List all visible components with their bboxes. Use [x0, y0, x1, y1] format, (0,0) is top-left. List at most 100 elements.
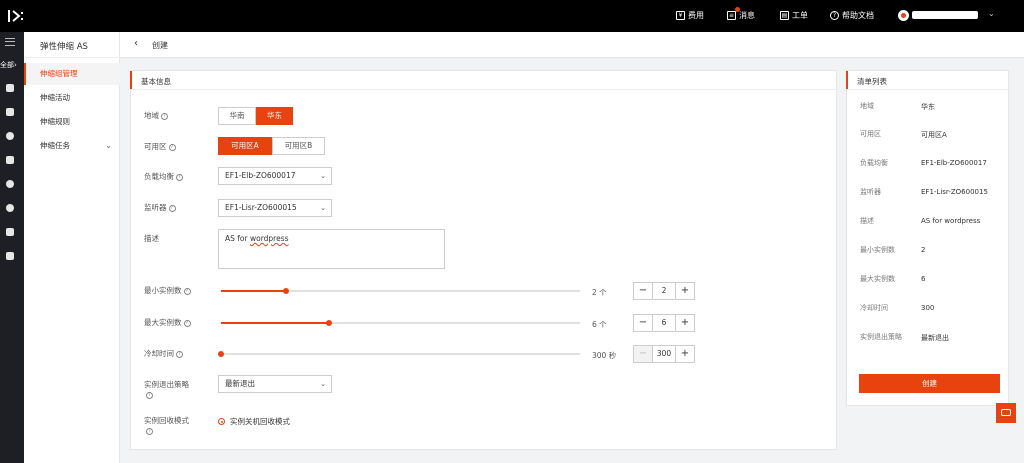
sidebar-item-group-management[interactable]: 伸缩组管理	[24, 63, 120, 85]
avatar[interactable]	[898, 10, 909, 21]
home-icon[interactable]	[6, 84, 14, 92]
zone-option-a[interactable]: 可用区A	[218, 137, 272, 155]
cloud-upload-icon[interactable]	[6, 180, 14, 188]
decrement-button[interactable]: −	[634, 283, 652, 299]
section-accent	[846, 71, 848, 89]
menu-icon[interactable]	[5, 38, 15, 46]
cooldown-stepper: − 300 +	[633, 345, 695, 363]
summary-label: 描述	[860, 217, 874, 225]
stepper-value[interactable]: 2	[652, 283, 676, 299]
sidebar-item-tasks[interactable]: 伸缩任务 ⌄	[24, 135, 120, 157]
chevron-down-icon[interactable]: ⌄	[988, 9, 995, 18]
unread-badge	[735, 7, 740, 12]
summary-value: AS for wordpress	[921, 217, 981, 225]
storage-icon[interactable]	[6, 252, 14, 260]
load-balancer-label: 负载均衡?	[144, 172, 214, 182]
max-instances-stepper: − 6 +	[633, 314, 695, 332]
topbar-help-label: 帮助文档	[842, 11, 874, 20]
increment-button[interactable]: +	[676, 315, 694, 331]
select-value: 最新退出	[225, 379, 255, 388]
max-instances-value-text: 6 个	[592, 320, 607, 329]
help-icon[interactable]: ?	[183, 319, 191, 327]
close-box-icon[interactable]	[6, 228, 14, 236]
help-icon[interactable]: ?	[146, 427, 153, 435]
server-icon[interactable]	[6, 156, 14, 164]
topbar-messages[interactable]: ≡ 消息	[727, 7, 755, 21]
sidebar-title: 弹性伸缩 AS	[40, 42, 88, 52]
decrement-button[interactable]: −	[634, 315, 652, 331]
chevron-down-icon: ⌄	[105, 141, 112, 150]
message-icon: ≡	[727, 11, 736, 20]
sidebar-item-activities[interactable]: 伸缩活动	[24, 87, 120, 109]
page-title: 创建	[152, 41, 168, 50]
zone-option-b[interactable]: 可用区B	[272, 137, 325, 155]
divider	[131, 89, 836, 90]
topbar-fees[interactable]: ¥ 费用	[676, 10, 704, 21]
increment-button[interactable]: +	[676, 346, 694, 362]
max-instances-label: 最大实例数?	[144, 318, 214, 328]
topbar-fees-label: 费用	[688, 11, 704, 20]
chat-button[interactable]	[996, 403, 1016, 423]
summary-value: 可用区A	[921, 131, 947, 139]
description-label: 描述	[144, 234, 159, 243]
listener-select[interactable]: EF1-Lisr-ZO600015 ⌄	[218, 199, 332, 217]
slider-handle[interactable]	[282, 288, 289, 294]
max-instances-slider[interactable]	[221, 317, 580, 329]
exit-policy-label: 实例退出策略?	[144, 380, 189, 399]
section-title: 基本信息	[141, 77, 171, 86]
recycle-mode-radio[interactable]: 实例关机回收模式	[218, 416, 290, 427]
sidebar: 弹性伸缩 AS 伸缩组管理 伸缩活动 伸缩规则 伸缩任务 ⌄	[24, 32, 120, 463]
stepper-value[interactable]: 6	[652, 315, 676, 331]
min-instances-stepper: − 2 +	[633, 282, 695, 300]
create-button[interactable]: 创建	[859, 374, 1000, 393]
topbar-tickets-label: 工单	[792, 11, 808, 20]
help-icon[interactable]: ?	[183, 287, 191, 295]
summary-label: 最大实例数	[860, 275, 895, 283]
description-textarea[interactable]: AS for wordpress	[218, 229, 445, 269]
divider	[847, 89, 1008, 90]
network-icon[interactable]	[6, 132, 14, 140]
help-icon[interactable]: ?	[146, 391, 153, 399]
back-icon[interactable]: ‹	[134, 38, 138, 49]
region-option-east[interactable]: 华东	[256, 107, 293, 125]
increment-button[interactable]: +	[676, 283, 694, 299]
summary-value: 最新退出	[921, 334, 949, 342]
sidebar-item-label: 伸缩组管理	[40, 69, 78, 78]
slider-handle[interactable]	[325, 320, 332, 326]
slider-handle[interactable]	[218, 351, 224, 357]
topbar-tickets[interactable]: ▤ 工单	[780, 10, 808, 21]
help-icon[interactable]: ?	[176, 350, 183, 358]
region-selector: 华南 华东	[218, 107, 293, 125]
cooldown-slider[interactable]	[218, 348, 580, 360]
help-icon[interactable]: ?	[168, 204, 176, 212]
help-icon[interactable]: ?	[161, 112, 168, 120]
exit-policy-select[interactable]: 最新退出 ⌄	[218, 375, 332, 393]
topbar-help[interactable]: ? 帮助文档	[830, 10, 874, 21]
decrement-button[interactable]: −	[634, 346, 652, 362]
summary-label: 负载均衡	[860, 159, 888, 167]
region-label: 地域?	[144, 111, 214, 121]
sidebar-item-rules[interactable]: 伸缩规则	[24, 111, 120, 133]
min-instances-slider[interactable]	[221, 285, 580, 297]
load-balancer-select[interactable]: EF1-Elb-ZO600017 ⌄	[218, 167, 332, 185]
redacted-username[interactable]	[912, 11, 978, 19]
all-products-button[interactable]: 全部›	[0, 60, 17, 70]
recycle-mode-label: 实例回收模式?	[144, 416, 189, 435]
help-icon[interactable]: ?	[168, 143, 176, 151]
help-icon[interactable]: ?	[176, 173, 183, 181]
sidebar-item-label: 伸缩任务	[40, 141, 70, 150]
stepper-value[interactable]: 300	[652, 346, 676, 362]
logo[interactable]	[6, 7, 26, 25]
summary-label: 监听器	[860, 188, 881, 196]
cloud-icon[interactable]	[6, 204, 14, 212]
region-option-south[interactable]: 华南	[218, 107, 256, 125]
sidebar-item-label: 伸缩活动	[40, 93, 70, 102]
database-icon[interactable]	[6, 108, 14, 116]
section-accent	[130, 71, 132, 89]
radio-selected-icon	[218, 418, 225, 425]
bill-icon: ¥	[676, 11, 685, 20]
chevron-down-icon: ⌄	[320, 380, 326, 388]
help-icon: ?	[830, 11, 839, 20]
topbar-messages-label: 消息	[739, 11, 755, 20]
chat-icon	[1001, 409, 1011, 416]
